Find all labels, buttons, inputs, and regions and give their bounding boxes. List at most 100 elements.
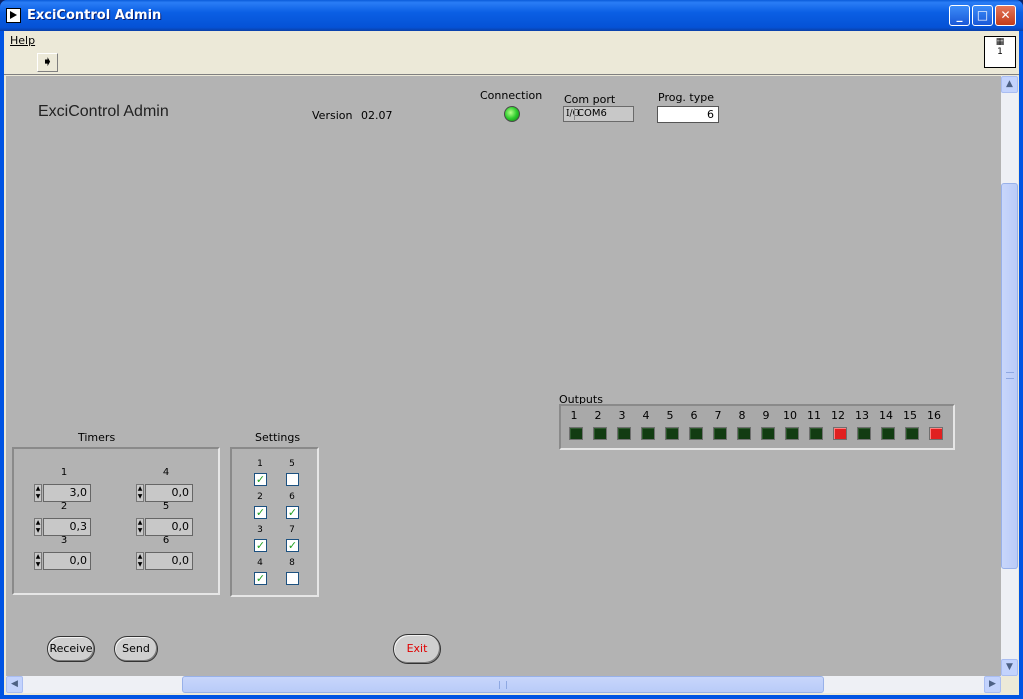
output-number: 5	[666, 409, 674, 422]
timer-value[interactable]: 3,0	[43, 484, 91, 502]
timer-numeric-control[interactable]: ▲ ▼ 0,0	[34, 552, 92, 570]
setting-checkbox[interactable]: ✓	[254, 539, 267, 552]
output-led	[569, 427, 583, 440]
output-number: 1	[570, 409, 578, 422]
setting-number: 1	[257, 459, 263, 469]
run-arrow-icon[interactable]: ➧	[37, 53, 58, 72]
timer-value[interactable]: 0,0	[145, 518, 193, 536]
settings-label: Settings	[255, 431, 301, 444]
timer-value[interactable]: 0,3	[43, 518, 91, 536]
setting-number: 7	[289, 525, 295, 535]
spinner-arrows-icon[interactable]: ▲ ▼	[34, 484, 42, 502]
output-number: 3	[618, 409, 626, 422]
vertical-scroll-thumb[interactable]	[1001, 183, 1018, 569]
timer-number: 5	[162, 501, 170, 512]
window-client: Help ➧ ▦ 1 ExciControl Admin Version 02.0…	[4, 31, 1019, 695]
menu-help[interactable]: Help	[10, 34, 35, 47]
output-led	[713, 427, 727, 440]
timer-numeric-control[interactable]: ▲ ▼ 3,0	[34, 484, 92, 502]
receive-button[interactable]: Receive	[47, 636, 95, 662]
com-port-value: COM6	[574, 108, 632, 120]
spinner-arrows-icon[interactable]: ▲ ▼	[136, 518, 144, 536]
scroll-down-icon[interactable]: ▼	[1001, 659, 1018, 676]
scroll-up-icon[interactable]: ▲	[1001, 76, 1018, 93]
output-led	[617, 427, 631, 440]
timer-value[interactable]: 0,0	[145, 484, 193, 502]
horizontal-scrollbar[interactable]: ◀ ▶	[6, 676, 1001, 693]
timers-group: 1 ▲ ▼ 3,0 2 ▲ ▼ 0,3 3 ▲ ▼ 0,0 4 ▲ ▼ 0,0 5 ▲ ▼ 0,0 6 ▲ ▼ 0,0	[12, 447, 220, 595]
output-number: 15	[903, 409, 917, 422]
close-button[interactable]: ✕	[995, 5, 1016, 26]
vi-icon: ▦ 1	[984, 36, 1016, 68]
output-led	[689, 427, 703, 440]
app-window: ExciControl Admin _ □ ✕ Help ➧ ▦ 1 ExciCo…	[0, 0, 1023, 699]
prog-type-field[interactable]: 6	[657, 106, 719, 123]
setting-number: 5	[289, 459, 295, 469]
timer-number: 2	[60, 501, 68, 512]
exit-button[interactable]: Exit	[393, 634, 441, 664]
vertical-scrollbar[interactable]: ▲ ▼	[1001, 76, 1018, 676]
output-number: 4	[642, 409, 650, 422]
timer-value[interactable]: 0,0	[145, 552, 193, 570]
setting-number: 3	[257, 525, 263, 535]
output-led	[929, 427, 943, 440]
connection-label: Connection	[480, 89, 543, 102]
output-led	[881, 427, 895, 440]
output-led	[785, 427, 799, 440]
scroll-left-icon[interactable]: ◀	[6, 676, 23, 693]
window-title: ExciControl Admin	[27, 8, 162, 23]
output-led	[857, 427, 871, 440]
setting-checkbox[interactable]: ✓	[286, 506, 299, 519]
prog-type-label: Prog. type	[658, 91, 714, 104]
com-port-label: Com port	[564, 93, 616, 106]
timer-number: 1	[60, 467, 68, 478]
timer-numeric-control[interactable]: ▲ ▼ 0,3	[34, 518, 92, 536]
toolbar: ➧	[4, 51, 1019, 75]
outputs-group: 1 2 3 4 5 6 7 8 9 10 11 12 13 14 15 16	[559, 404, 955, 450]
output-led	[737, 427, 751, 440]
send-button[interactable]: Send	[114, 636, 158, 662]
maximize-button[interactable]: □	[972, 5, 993, 26]
com-port-select[interactable]: I/O COM6	[563, 106, 634, 122]
setting-number: 2	[257, 492, 263, 502]
timer-numeric-control[interactable]: ▲ ▼ 0,0	[136, 552, 194, 570]
setting-checkbox[interactable]	[286, 572, 299, 585]
output-led	[833, 427, 847, 440]
vi-icon-label: 1	[997, 47, 1003, 57]
output-number: 11	[807, 409, 821, 422]
setting-checkbox[interactable]: ✓	[286, 539, 299, 552]
front-panel: ExciControl Admin Version 02.07 Connecti…	[6, 76, 1001, 676]
output-number: 6	[690, 409, 698, 422]
spinner-arrows-icon[interactable]: ▲ ▼	[34, 518, 42, 536]
timer-numeric-control[interactable]: ▲ ▼ 0,0	[136, 518, 194, 536]
output-number: 12	[831, 409, 845, 422]
scroll-right-icon[interactable]: ▶	[984, 676, 1001, 693]
timer-numeric-control[interactable]: ▲ ▼ 0,0	[136, 484, 194, 502]
spinner-arrows-icon[interactable]: ▲ ▼	[136, 552, 144, 570]
setting-checkbox[interactable]: ✓	[254, 473, 267, 486]
setting-number: 8	[289, 558, 295, 568]
settings-group: 1 ✓ 2 ✓ 3 ✓ 4 ✓ 5 6 ✓ 7 ✓ 8	[230, 447, 319, 597]
spinner-arrows-icon[interactable]: ▲ ▼	[34, 552, 42, 570]
setting-checkbox[interactable]: ✓	[254, 506, 267, 519]
horizontal-scroll-thumb[interactable]	[182, 676, 824, 693]
output-led	[593, 427, 607, 440]
output-number: 10	[783, 409, 797, 422]
output-number: 9	[762, 409, 770, 422]
spinner-arrows-icon[interactable]: ▲ ▼	[136, 484, 144, 502]
output-number: 2	[594, 409, 602, 422]
output-number: 8	[738, 409, 746, 422]
scroll-corner	[1001, 676, 1018, 693]
timer-number: 6	[162, 535, 170, 546]
setting-checkbox[interactable]	[286, 473, 299, 486]
title-bar[interactable]: ExciControl Admin _ □ ✕	[0, 0, 1023, 31]
menu-bar: Help	[4, 31, 1019, 51]
setting-checkbox[interactable]: ✓	[254, 572, 267, 585]
output-number: 13	[855, 409, 869, 422]
version-label: Version	[312, 109, 353, 122]
timer-value[interactable]: 0,0	[43, 552, 91, 570]
connection-led	[504, 106, 520, 122]
output-led	[641, 427, 655, 440]
minimize-button[interactable]: _	[949, 5, 970, 26]
output-led	[905, 427, 919, 440]
